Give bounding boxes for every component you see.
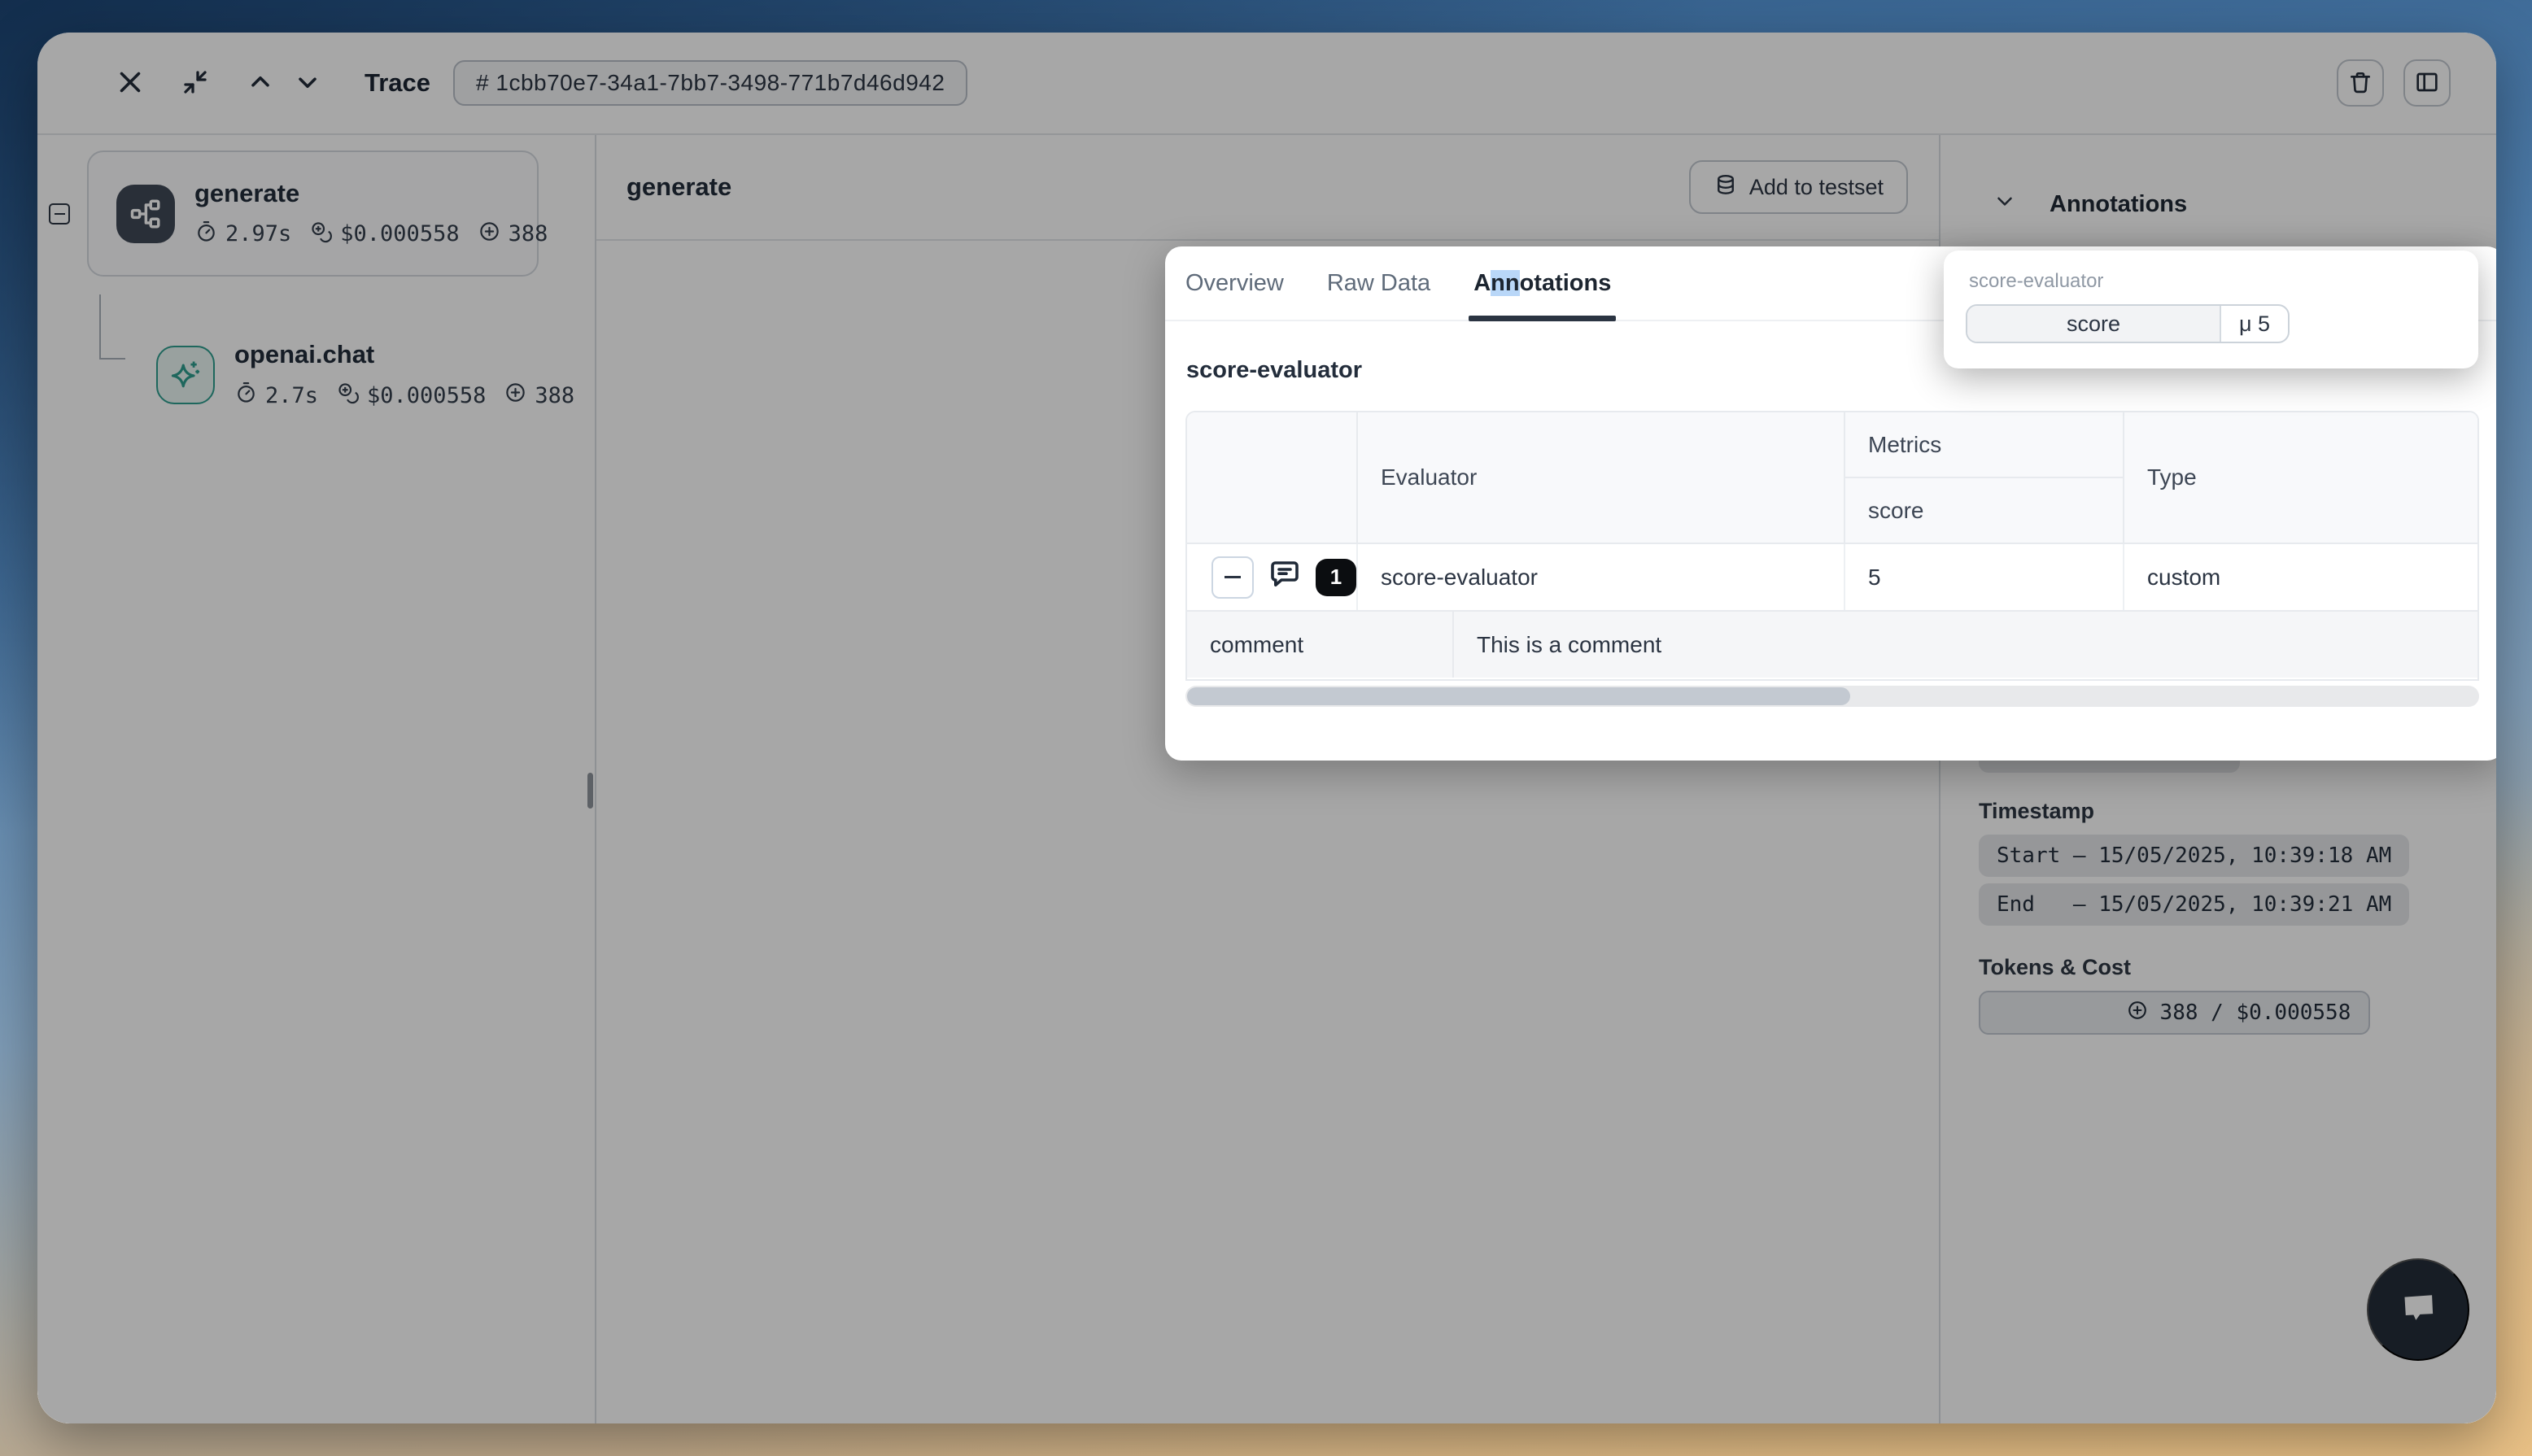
table-row: 1 score-evaluator 5 custom <box>1187 544 2477 612</box>
row-actions-cell: 1 <box>1187 544 1358 610</box>
evaluator-section-title: score-evaluator <box>1186 357 1362 384</box>
annotation-score-card: score-evaluator score μ 5 <box>1944 251 2478 368</box>
metric-mean-value: μ 5 <box>2221 306 2288 342</box>
trace-modal-panel: Trace # 1cbb70e7-34a1-7bb7-3498-771b7d46… <box>37 33 2496 1423</box>
row-collapse-button[interactable] <box>1211 556 1254 599</box>
tab-label: Annotations <box>1473 270 1611 297</box>
comment-value-cell: This is a comment <box>1452 612 2477 678</box>
metrics-group-header: Metrics <box>1845 412 2123 478</box>
row-type-cell: custom <box>2124 544 2479 610</box>
comment-count-badge[interactable]: 1 <box>1316 559 1356 596</box>
tab-label-selected-text: nn <box>1491 270 1519 296</box>
tab-annotations[interactable]: Annotations <box>1473 246 1611 320</box>
table-header-type: Type <box>2124 412 2479 543</box>
row-score-cell: 5 <box>1845 544 2124 610</box>
table-horizontal-scrollbar[interactable] <box>1185 686 2479 707</box>
comment-row: comment This is a comment <box>1187 612 2477 678</box>
tab-raw-data[interactable]: Raw Data <box>1327 246 1430 320</box>
metric-name-header: score <box>1845 478 2123 543</box>
comment-icon[interactable] <box>1265 555 1304 599</box>
annotations-table: Evaluator Metrics score Type <box>1185 411 2479 681</box>
metric-summary-pill[interactable]: score μ 5 <box>1966 304 2290 343</box>
scrollbar-thumb[interactable] <box>1187 687 1850 705</box>
row-evaluator-cell: score-evaluator <box>1358 544 1845 610</box>
table-header-evaluator: Evaluator <box>1358 412 1845 543</box>
table-header-actions <box>1187 412 1358 543</box>
annotation-evaluator-name: score-evaluator <box>1969 270 2454 293</box>
comment-label-cell: comment <box>1187 612 1452 678</box>
table-header-metrics: Metrics score <box>1845 412 2124 543</box>
tab-overview[interactable]: Overview <box>1185 246 1284 320</box>
table-header-row: Evaluator Metrics score Type <box>1187 412 2477 544</box>
metric-name: score <box>1967 306 2221 342</box>
